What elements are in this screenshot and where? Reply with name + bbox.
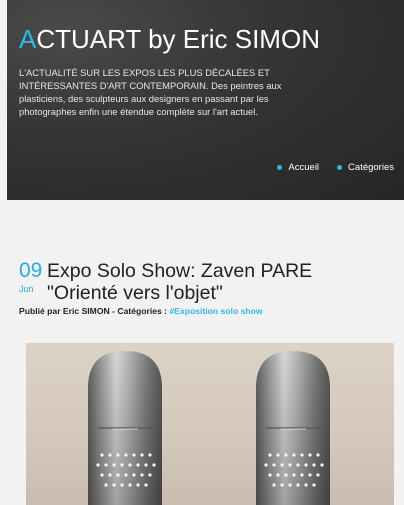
post-date-month: Jun bbox=[19, 284, 34, 294]
nav-item-categories[interactable]: Catégories bbox=[337, 162, 394, 173]
site-title-rest: CTUART by Eric SIMON bbox=[36, 24, 320, 54]
main-nav: Accueil Catégories bbox=[277, 162, 394, 173]
post-date-day: 09 bbox=[19, 259, 43, 282]
site-title[interactable]: ACTUART by Eric SIMON bbox=[19, 24, 320, 55]
post-meta-author: Publié par Eric SIMON - Catégories : bbox=[19, 306, 170, 316]
site-header: ACTUART by Eric SIMON L'ACTUALITÉ SUR LE… bbox=[7, 0, 404, 200]
right-sculpture bbox=[256, 351, 330, 505]
bullet-dot-icon bbox=[277, 165, 283, 170]
post-date: 09 Jun bbox=[19, 259, 47, 295]
bullet-dot-icon bbox=[337, 165, 343, 170]
post-photo bbox=[26, 343, 394, 505]
post-title[interactable]: Expo Solo Show: Zaven PARE "Orienté vers… bbox=[47, 260, 367, 304]
post-category-link[interactable]: #Exposition solo show bbox=[169, 306, 262, 316]
nav-item-accueil[interactable]: Accueil bbox=[277, 162, 319, 173]
post-meta: Publié par Eric SIMON - Catégories : #Ex… bbox=[19, 306, 263, 316]
nav-item-label: Accueil bbox=[288, 162, 320, 173]
site-title-first-letter: A bbox=[19, 24, 37, 54]
site-tagline: L'ACTUALITÉ SUR LES EXPOS LES PLUS DÉCAL… bbox=[19, 67, 282, 117]
main-content: 09 Jun Expo Solo Show: Zaven PARE "Orien… bbox=[7, 200, 404, 505]
nav-item-label: Catégories bbox=[348, 162, 394, 173]
left-sculpture bbox=[88, 351, 162, 505]
